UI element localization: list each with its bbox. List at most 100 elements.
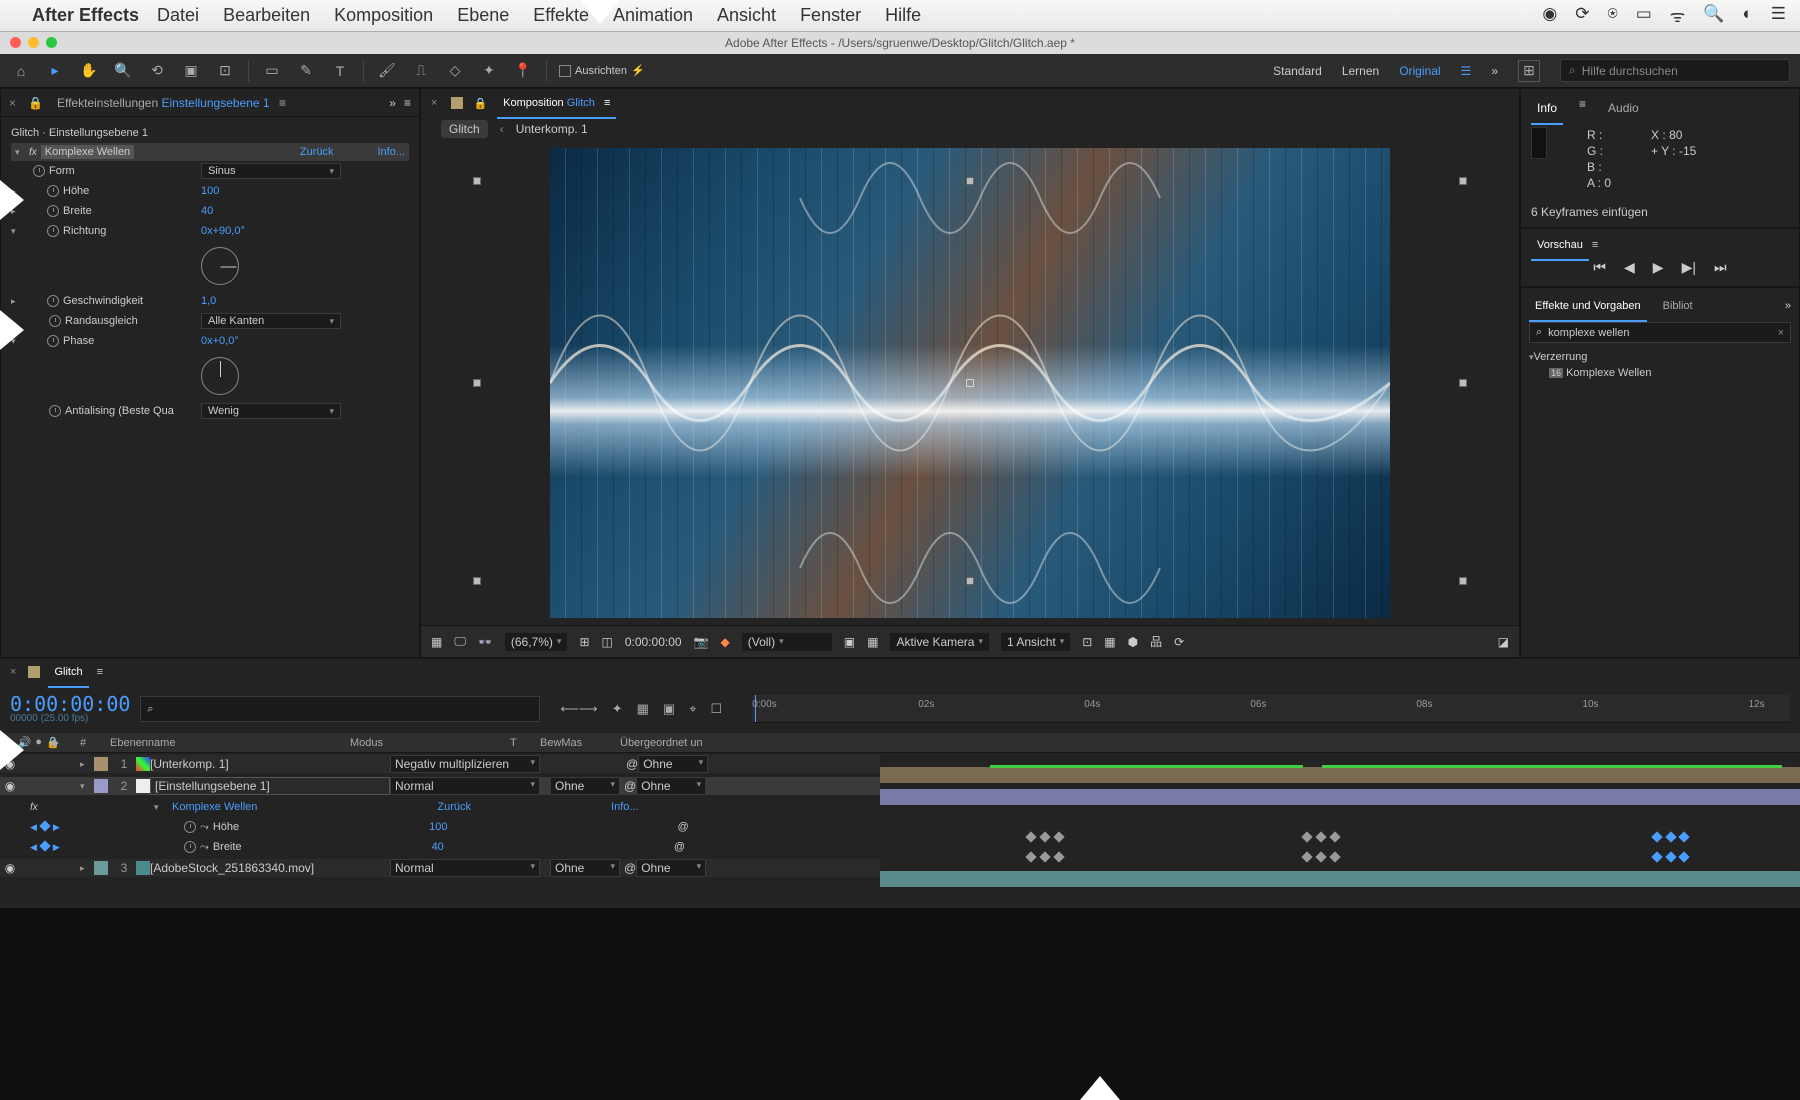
parent-dropdown[interactable]: Ohne▾ xyxy=(636,859,706,877)
resolution-dropdown[interactable]: (Voll)▾ xyxy=(742,633,832,651)
stopwatch-icon[interactable] xyxy=(47,185,59,197)
eraser-tool[interactable]: ◇ xyxy=(444,60,466,82)
stopwatch-icon[interactable] xyxy=(184,841,196,853)
stopwatch-icon[interactable] xyxy=(49,315,61,327)
reset-link[interactable]: Zurück xyxy=(437,801,471,813)
pickwhip-icon[interactable]: @ xyxy=(624,861,636,875)
layer-name[interactable]: [Einstellungsebene 1] xyxy=(150,777,390,795)
audio-tab[interactable]: Audio xyxy=(1602,97,1645,119)
channel-icon[interactable]: ◆ xyxy=(721,635,730,649)
composition-viewer[interactable] xyxy=(421,141,1519,625)
hand-tool[interactable]: ✋ xyxy=(78,60,100,82)
menu-edit[interactable]: Bearbeiten xyxy=(223,5,310,26)
richtung-value[interactable]: 0x+90,0° xyxy=(201,225,245,237)
pickwhip-icon[interactable]: @ xyxy=(624,779,636,793)
refresh-icon[interactable]: ⟳ xyxy=(1174,635,1184,649)
stopwatch-icon[interactable] xyxy=(47,205,59,217)
expand-icon[interactable]: ◪ xyxy=(1498,635,1509,649)
expression-icon[interactable]: ⤳ xyxy=(200,821,209,834)
guides-icon[interactable]: ⊡ xyxy=(1082,635,1092,649)
workspace-overflow-icon[interactable]: » xyxy=(1491,64,1498,78)
selection-handle[interactable] xyxy=(473,577,481,585)
help-search[interactable]: ⌕ Hilfe durchsuchen xyxy=(1560,59,1790,82)
effects-search[interactable]: ⌕ komplexe wellen × xyxy=(1529,322,1791,343)
snapshot-icon[interactable]: 📷 xyxy=(694,635,709,649)
next-frame-button[interactable]: ▶| xyxy=(1682,259,1696,276)
phase-dial[interactable] xyxy=(201,357,239,395)
label-swatch[interactable] xyxy=(94,779,108,793)
workspace-learn[interactable]: Lernen xyxy=(1342,64,1379,78)
solo-icon[interactable]: ● xyxy=(35,736,42,749)
menu-view[interactable]: Ansicht xyxy=(717,5,776,26)
pickwhip-icon[interactable]: @ xyxy=(674,841,685,853)
clone-tool[interactable]: ⎍ xyxy=(410,60,432,82)
close-tab-icon[interactable]: × xyxy=(431,97,437,109)
frame-blend-icon[interactable]: ▦ xyxy=(637,701,649,717)
parent-dropdown[interactable]: Ohne▾ xyxy=(638,755,708,773)
minimize-window-button[interactable] xyxy=(28,37,39,48)
track-matte-dropdown[interactable]: Ohne▾ xyxy=(550,777,620,795)
effect-controls-tab[interactable]: Effekteinstellungen Einstellungsebene 1 … xyxy=(51,92,292,114)
blend-mode-dropdown[interactable]: Normal▾ xyxy=(390,859,540,877)
timecode[interactable]: 0:00:00:00 xyxy=(10,695,130,713)
close-tab-icon[interactable]: × xyxy=(10,666,16,678)
panel-overflow-icon[interactable]: » xyxy=(1785,300,1791,312)
workspace-menu-icon[interactable]: ☰ xyxy=(1461,64,1472,78)
zoom-window-button[interactable] xyxy=(46,37,57,48)
timeline-tab[interactable]: Glitch xyxy=(48,662,88,682)
stopwatch-icon[interactable] xyxy=(184,821,196,833)
clear-search-icon[interactable]: × xyxy=(1778,327,1784,339)
prev-frame-button[interactable]: ◀ xyxy=(1624,259,1635,276)
rand-dropdown[interactable]: Alle Kanten▾ xyxy=(201,313,341,329)
rect-tool[interactable]: ▭ xyxy=(261,60,283,82)
label-swatch[interactable] xyxy=(94,757,108,771)
selection-handle[interactable] xyxy=(1459,177,1467,185)
anti-dropdown[interactable]: Wenig▾ xyxy=(201,403,341,419)
blend-mode-dropdown[interactable]: Negativ multiplizieren▾ xyxy=(390,755,540,773)
direction-dial[interactable] xyxy=(201,247,239,285)
pickwhip-icon[interactable]: @ xyxy=(677,821,688,833)
view-dropdown[interactable]: 1 Ansicht▾ xyxy=(1001,633,1070,651)
stopwatch-icon[interactable] xyxy=(33,165,45,177)
library-tab[interactable]: Bibliot xyxy=(1657,296,1699,316)
selection-handle[interactable] xyxy=(473,177,481,185)
cc-icon[interactable]: ◉ xyxy=(1542,4,1557,27)
info-link[interactable]: Info... xyxy=(611,801,639,813)
close-tab-icon[interactable]: × xyxy=(9,96,16,110)
first-frame-button[interactable]: ⏮ xyxy=(1593,259,1606,276)
next-kf-button[interactable]: ▶ xyxy=(53,842,60,853)
prop-value[interactable]: 40 xyxy=(432,841,444,853)
pen-tool[interactable]: ✎ xyxy=(295,60,317,82)
shy-icon[interactable]: ⟵⟶ xyxy=(560,701,597,717)
roto-tool[interactable]: ✦ xyxy=(478,60,500,82)
stopwatch-icon[interactable] xyxy=(49,405,61,417)
workspace-original[interactable]: Original xyxy=(1399,64,1440,78)
prop-value[interactable]: 100 xyxy=(429,821,447,833)
motion-blur-icon[interactable]: ✦ xyxy=(612,701,623,717)
menu-icon[interactable]: ☰ xyxy=(1771,4,1786,27)
type-tool[interactable]: T xyxy=(329,60,351,82)
parent-dropdown[interactable]: Ohne▾ xyxy=(636,777,706,795)
layer-name[interactable]: [Unterkomp. 1] xyxy=(150,757,390,771)
info-tab[interactable]: Info xyxy=(1531,97,1563,119)
selection-tool[interactable]: ▸ xyxy=(44,60,66,82)
grid-icon[interactable]: ▦ xyxy=(1104,635,1115,649)
menu-window[interactable]: Fenster xyxy=(800,5,861,26)
puppet-tool[interactable]: 📍 xyxy=(512,60,534,82)
category-row[interactable]: Verzerrung xyxy=(1534,351,1588,363)
add-kf-button[interactable] xyxy=(39,840,50,851)
play-button[interactable]: ▶ xyxy=(1653,259,1664,276)
menu-animation[interactable]: Animation xyxy=(613,5,693,26)
expression-icon[interactable]: ⤳ xyxy=(200,841,209,854)
settings-icon[interactable]: ⊞ xyxy=(1518,60,1540,82)
graph-icon[interactable]: ⌖ xyxy=(689,701,696,717)
breadcrumb-item[interactable]: Unterkomp. 1 xyxy=(516,122,588,136)
next-kf-button[interactable]: ▶ xyxy=(53,822,60,833)
spotlight-icon[interactable]: 🔍 xyxy=(1703,4,1724,27)
menu-composition[interactable]: Komposition xyxy=(334,5,433,26)
selection-handle[interactable] xyxy=(966,177,974,185)
draft-icon[interactable]: ☐ xyxy=(711,701,723,717)
selection-handle[interactable] xyxy=(966,577,974,585)
visibility-toggle[interactable]: ◉ xyxy=(0,861,20,875)
prev-kf-button[interactable]: ◀ xyxy=(30,842,37,853)
